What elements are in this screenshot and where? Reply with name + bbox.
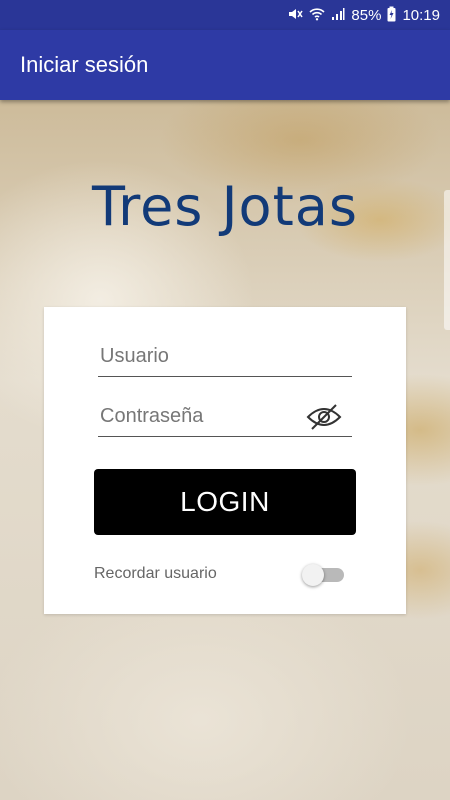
password-field (98, 397, 352, 437)
wifi-icon (309, 7, 325, 24)
battery-percent: 85% (351, 6, 382, 24)
login-card: LOGIN Recordar usuario (44, 307, 406, 614)
username-input[interactable] (98, 337, 352, 376)
eye-off-icon[interactable] (306, 403, 342, 431)
app-bar: Iniciar sesión (0, 30, 450, 100)
remember-user-label: Recordar usuario (94, 565, 217, 582)
login-button[interactable]: LOGIN (94, 469, 356, 535)
brand-logo: Tres Jotas (92, 175, 358, 238)
battery-icon (387, 6, 396, 25)
toggle-thumb (302, 564, 324, 586)
remember-user-toggle[interactable] (302, 562, 344, 586)
username-field (98, 337, 352, 377)
page-title: Iniciar sesión (20, 52, 149, 77)
signal-icon (331, 7, 345, 24)
status-bar: 85% 10:19 (0, 0, 450, 30)
mute-icon (287, 6, 304, 25)
clock: 10:19 (402, 6, 440, 24)
